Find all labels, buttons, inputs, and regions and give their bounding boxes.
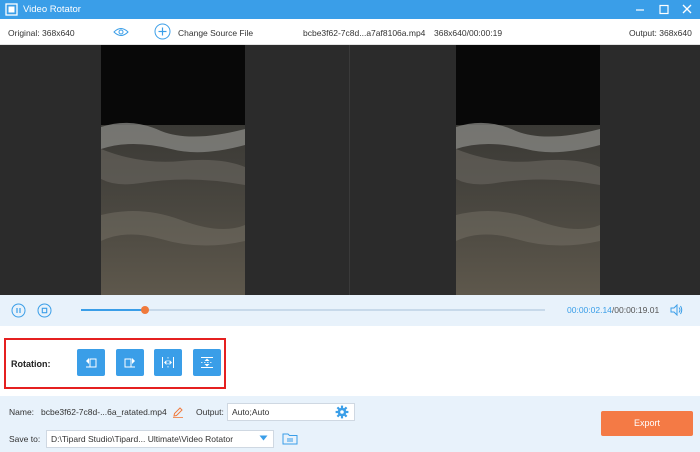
export-button[interactable]: Export (601, 411, 693, 436)
progress-thumb[interactable] (141, 306, 150, 314)
flip-horizontal-button[interactable] (154, 349, 182, 376)
rotation-panel: Rotation: (4, 338, 226, 389)
save-to-label: Save to: (9, 434, 41, 444)
output-filename: bcbe3f62-7c8d-...6a_ratated.mp4 (41, 407, 167, 417)
source-filename: bcbe3f62-7c8d...a7af8106a.mp4 (303, 28, 426, 38)
flip-vertical-icon (201, 357, 213, 368)
original-preview-pane (0, 45, 349, 295)
close-icon[interactable] (679, 2, 695, 17)
gear-icon[interactable] (335, 405, 349, 419)
edit-name-icon[interactable] (172, 406, 184, 418)
bottom-bar: Name: bcbe3f62-7c8d-...6a_ratated.mp4 Ou… (0, 396, 700, 452)
info-bar: Original: 368x640 Change Source File bcb… (0, 19, 700, 45)
flip-vertical-button[interactable] (193, 349, 221, 376)
chevron-down-icon[interactable] (259, 435, 268, 442)
add-icon[interactable] (154, 23, 171, 40)
original-video-frame (101, 45, 245, 295)
output-video-frame (456, 45, 600, 295)
rotate-right-icon (124, 358, 135, 368)
app-icon (5, 3, 18, 16)
flip-horizontal-icon (162, 357, 174, 368)
eye-icon[interactable] (113, 27, 129, 37)
change-source-file-button[interactable]: Change Source File (178, 28, 253, 38)
folder-icon[interactable] (282, 432, 298, 445)
total-time: /00:00:19.01 (611, 305, 660, 315)
rotate-left-icon (86, 358, 97, 368)
output-settings-value: Auto;Auto (232, 407, 270, 417)
source-meta: 368x640/00:00:19 (434, 28, 503, 38)
progress-track[interactable] (81, 306, 545, 314)
playback-controls: 00:00:02.14/00:00:19.01 (0, 295, 700, 326)
pause-icon[interactable] (11, 303, 26, 318)
progress-fill (81, 309, 146, 311)
volume-icon[interactable] (670, 304, 683, 316)
maximize-icon[interactable] (656, 2, 672, 17)
original-resolution: Original: 368x640 (8, 28, 75, 38)
name-label: Name: (9, 407, 35, 417)
stop-icon[interactable] (37, 303, 52, 318)
save-path-field[interactable]: D:\Tipard Studio\Tipard... Ultimate\Vide… (46, 430, 274, 448)
time-display: 00:00:02.14/00:00:19.01 (567, 305, 659, 315)
rotation-label: Rotation: (11, 359, 51, 369)
rotate-left-button[interactable] (77, 349, 105, 376)
minimize-icon[interactable] (632, 2, 648, 17)
output-label: Output: (196, 407, 224, 417)
output-resolution: Output: 368x640 (629, 28, 692, 38)
save-path-value: D:\Tipard Studio\Tipard... Ultimate\Vide… (51, 434, 234, 444)
current-time: 00:00:02.14 (567, 305, 612, 315)
rotate-right-button[interactable] (116, 349, 144, 376)
preview-area (0, 45, 700, 295)
title-bar: Video Rotator (0, 0, 700, 19)
window-title: Video Rotator (23, 4, 81, 15)
output-preview-pane (350, 45, 699, 295)
